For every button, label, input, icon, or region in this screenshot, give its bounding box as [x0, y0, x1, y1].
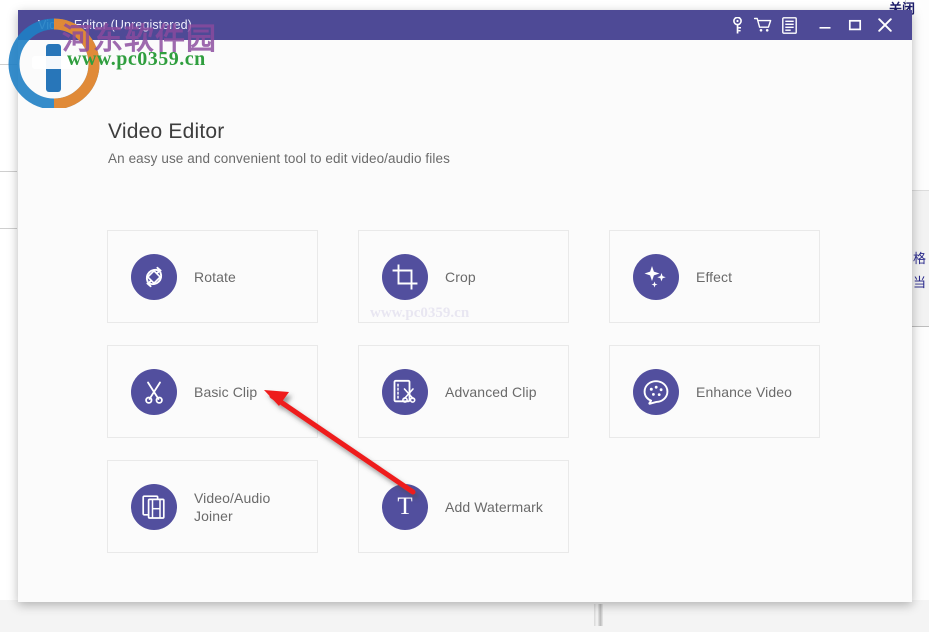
- text-t-glyph: T: [397, 494, 412, 519]
- tool-card-label: Add Watermark: [445, 498, 543, 516]
- sparkle-icon: [633, 254, 679, 300]
- card-row: Basic Clip: [107, 345, 822, 438]
- titlebar[interactable]: Video Editor (Unregistered): [18, 10, 912, 40]
- maximize-button[interactable]: [840, 10, 870, 40]
- background-bottom-strip: [0, 600, 929, 632]
- background-side-text-1: 格: [913, 252, 926, 267]
- minimize-button[interactable]: [810, 10, 840, 40]
- crop-icon: [382, 254, 428, 300]
- background-divider: [0, 64, 17, 65]
- tool-card-video-audio-joiner[interactable]: Video/Audio Joiner: [107, 460, 318, 553]
- tool-card-label: Rotate: [194, 268, 236, 286]
- text-t-icon: T: [382, 484, 428, 530]
- card-row: Video/Audio Joiner T Add Watermark: [107, 460, 822, 553]
- document-scissors-icon: [382, 369, 428, 415]
- background-divider: [0, 171, 17, 172]
- palette-icon: [633, 369, 679, 415]
- background-side-text-2: 当: [913, 276, 926, 291]
- page-title: Video Editor: [108, 120, 224, 144]
- tool-card-label: Crop: [445, 268, 476, 286]
- close-button[interactable]: [870, 10, 900, 40]
- tool-card-add-watermark[interactable]: T Add Watermark: [358, 460, 569, 553]
- titlebar-controls: [724, 10, 912, 40]
- window-title: Video Editor (Unregistered): [38, 18, 192, 32]
- key-icon[interactable]: [724, 10, 750, 40]
- tool-card-enhance-video[interactable]: Enhance Video: [609, 345, 820, 438]
- watermark-url-faint: www.pc0359.cn: [370, 305, 469, 322]
- tool-card-effect[interactable]: Effect: [609, 230, 820, 323]
- tool-card-label: Basic Clip: [194, 383, 257, 401]
- tool-card-label: Enhance Video: [696, 383, 792, 401]
- tool-card-label: Advanced Clip: [445, 383, 537, 401]
- scissors-icon: [131, 369, 177, 415]
- tool-card-grid: Rotate Crop: [107, 230, 822, 575]
- page-subtitle: An easy use and convenient tool to edit …: [108, 151, 450, 166]
- list-menu-icon[interactable]: [776, 10, 802, 40]
- tool-card-placeholder: [609, 460, 820, 553]
- tool-card-label: Effect: [696, 268, 732, 286]
- tool-card-basic-clip[interactable]: Basic Clip: [107, 345, 318, 438]
- tool-card-rotate[interactable]: Rotate: [107, 230, 318, 323]
- background-scroll-nub[interactable]: [594, 604, 603, 626]
- background-divider: [0, 228, 17, 229]
- film-strips-icon: [131, 484, 177, 530]
- tool-card-advanced-clip[interactable]: Advanced Clip: [358, 345, 569, 438]
- rotate-icon: [131, 254, 177, 300]
- background-window-left-edge: [0, 28, 19, 632]
- tool-card-label: Video/Audio Joiner: [194, 489, 302, 525]
- cart-icon[interactable]: [750, 10, 776, 40]
